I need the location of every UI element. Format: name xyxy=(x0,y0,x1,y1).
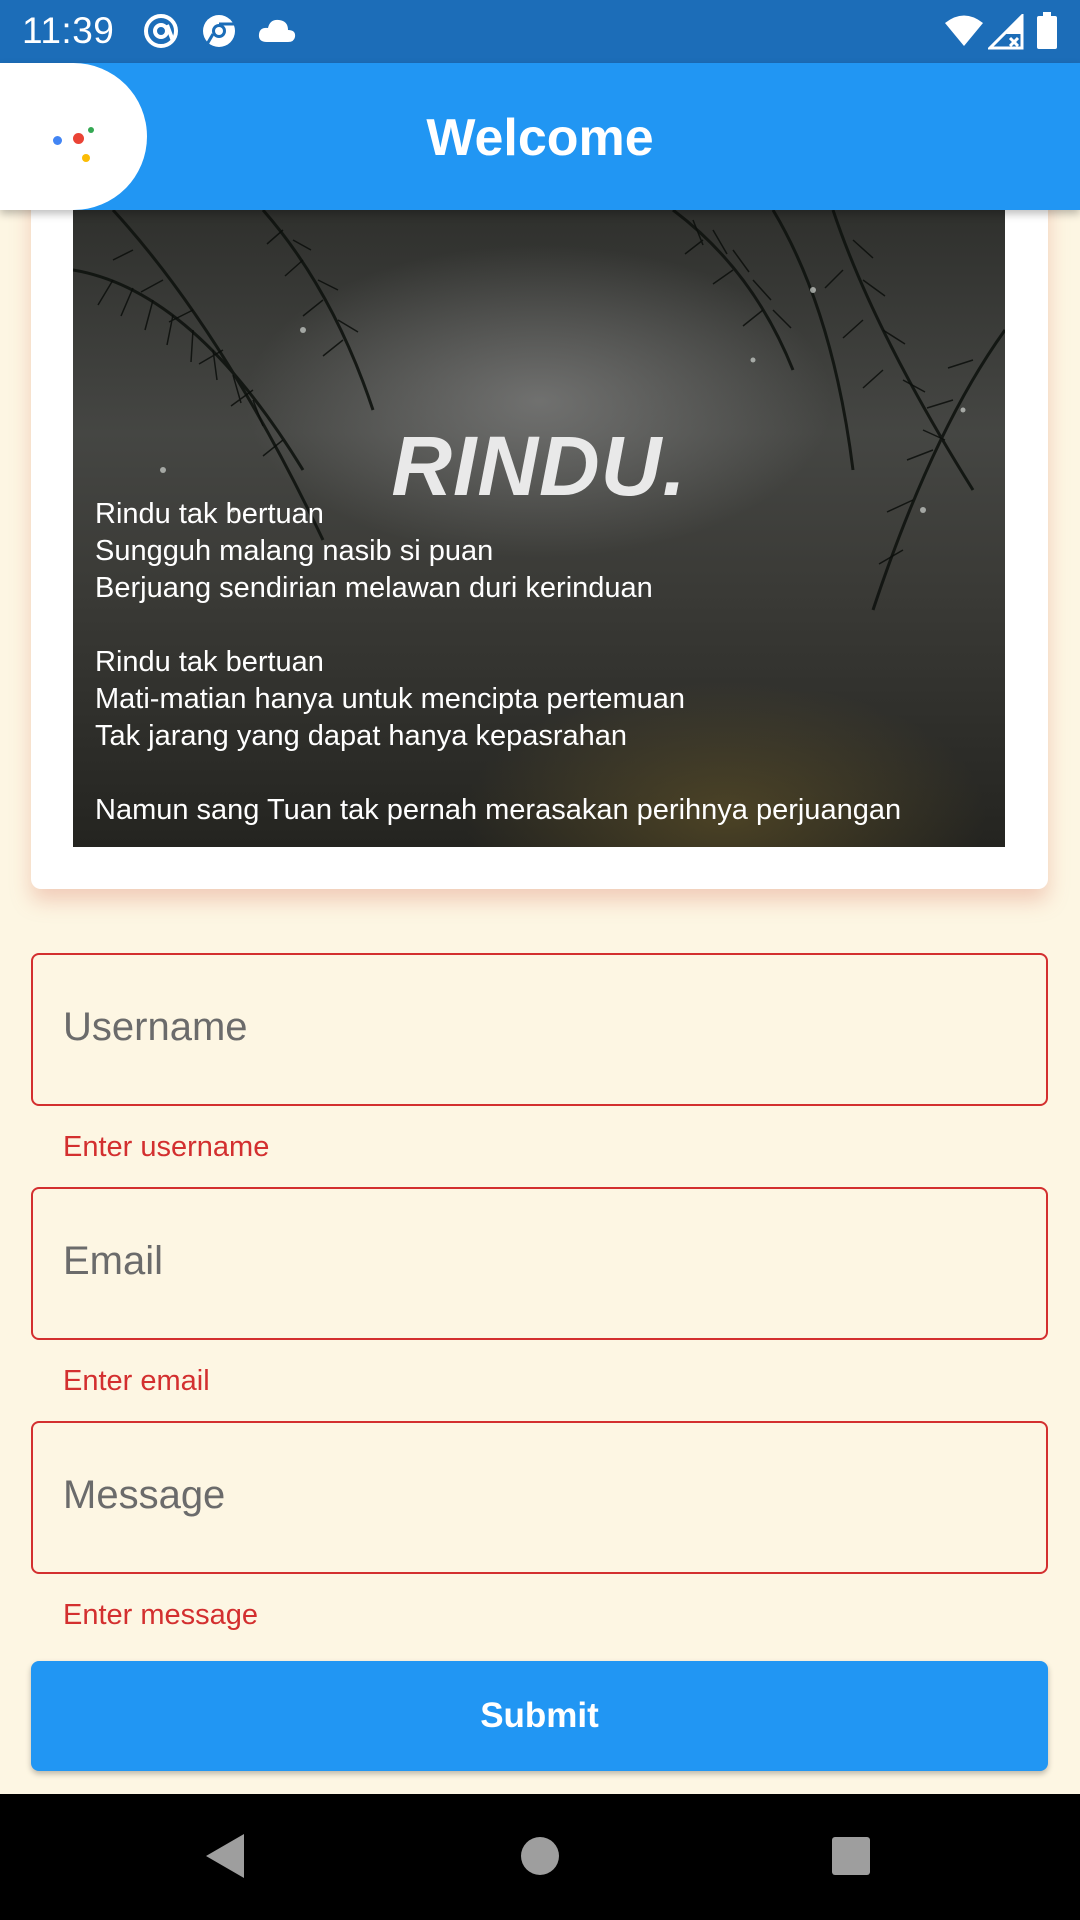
poem-line: Sungguh malang nasib si puan xyxy=(95,535,494,567)
poem-stanza: Namun sang Tuan tak pernah merasakan per… xyxy=(95,792,901,829)
message-field[interactable]: Message xyxy=(31,1421,1048,1574)
message-label: Message xyxy=(63,1473,226,1517)
signal-icon xyxy=(986,12,1024,55)
battery-icon xyxy=(1036,12,1058,55)
chrome-icon xyxy=(200,12,238,55)
app-bar: Welcome xyxy=(0,63,1080,210)
back-icon[interactable] xyxy=(204,1832,246,1885)
at-sign-icon xyxy=(142,12,180,55)
assistant-dot-green xyxy=(88,127,94,133)
poem-card: RINDU. Rindu tak bertuan Sungguh malang … xyxy=(31,210,1048,889)
email-error: Enter email xyxy=(63,1365,210,1397)
poem-line: Rindu tak bertuan xyxy=(95,646,324,678)
status-time: 11:39 xyxy=(22,10,115,51)
username-label: Username xyxy=(63,1005,248,1049)
content-area[interactable]: RINDU. Rindu tak bertuan Sungguh malang … xyxy=(0,210,1080,1794)
submit-button[interactable]: Submit xyxy=(31,1661,1048,1771)
poem-stanza: Rindu tak bertuan Mati-matian hanya untu… xyxy=(95,644,901,755)
assistant-dot-yellow xyxy=(82,154,90,162)
wifi-icon xyxy=(944,14,984,53)
assistant-dot-red xyxy=(73,133,84,144)
poem-image: RINDU. Rindu tak bertuan Sungguh malang … xyxy=(73,210,1005,847)
poem-line: Tak jarang yang dapat hanya kepasrahan xyxy=(95,720,628,752)
email-field[interactable]: Email xyxy=(31,1187,1048,1340)
recents-icon[interactable] xyxy=(830,1832,872,1885)
email-label: Email xyxy=(63,1239,164,1283)
app-title: Welcome xyxy=(426,109,654,167)
poem-text: Rindu tak bertuan Sungguh malang nasib s… xyxy=(95,496,901,829)
poem-stanza: Rindu tak bertuan Sungguh malang nasib s… xyxy=(95,496,901,607)
username-error: Enter username xyxy=(63,1131,270,1163)
home-icon[interactable] xyxy=(520,1832,560,1885)
poem-line: Berjuang sendirian melawan duri kerindua… xyxy=(95,572,653,604)
poem-line: Namun sang Tuan tak pernah merasakan per… xyxy=(95,794,902,826)
username-field[interactable]: Username xyxy=(31,953,1048,1106)
assistant-bubble[interactable] xyxy=(0,63,147,210)
navigation-bar xyxy=(0,1794,1080,1920)
assistant-dot-blue xyxy=(53,136,62,145)
poem-line: Mati-matian hanya untuk mencipta pertemu… xyxy=(95,683,685,715)
status-bar: 11:39 xyxy=(0,0,1080,63)
cloud-icon xyxy=(257,16,297,49)
poem-line: Rindu tak bertuan xyxy=(95,498,324,530)
message-error: Enter message xyxy=(63,1599,259,1631)
